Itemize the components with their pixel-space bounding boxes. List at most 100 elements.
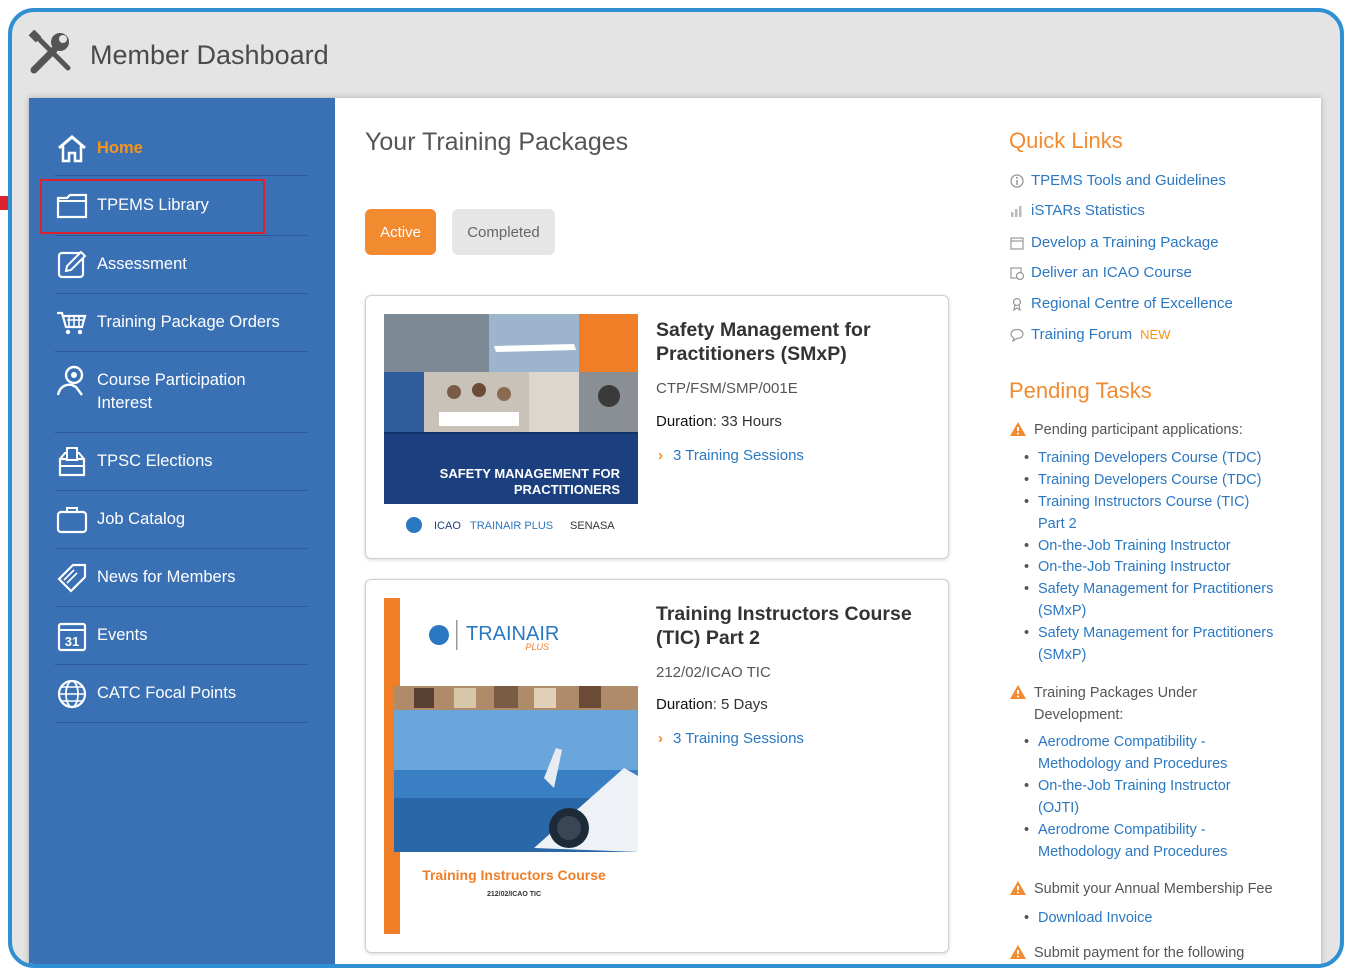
sidebar-item-label: Home [97,139,143,157]
task-label: On-the-Job Training Instructor [1038,538,1231,554]
package-duration: Duration: 33 Hours [656,413,782,430]
task-label: Aerodrome Compatibility - Methodology an… [1038,822,1228,860]
duration-value: : 33 Hours [712,413,782,430]
sidebar-item-label: TPSC Elections [97,452,213,470]
pending-task-link[interactable]: • On-the-Job Training Instructor [1024,536,1308,558]
tag-icon [55,561,89,595]
calendar-icon: 31 [55,619,89,653]
sidebar-item-job-catalog[interactable]: Job Catalog [55,491,307,549]
pending-task-link[interactable]: • Aerodrome Compatibility - Methodology a… [1024,820,1248,863]
ballot-icon [55,445,89,479]
main-content: Your Training Packages Active Completed [335,98,975,964]
sidebar-item-assessment[interactable]: Assessment [55,236,307,294]
chevron-right-icon: › [658,730,663,747]
sessions-label: 3 Training Sessions [673,447,804,464]
sidebar-item-tpsc-elections[interactable]: TPSC Elections [55,433,307,491]
quick-link-label: iSTARs Statistics [1031,202,1145,219]
tab-active[interactable]: Active [365,209,436,255]
tab-completed[interactable]: Completed [452,209,555,255]
pending-group-label: Submit payment for the following [1034,945,1245,961]
quick-links-heading: Quick Links [1009,128,1123,153]
task-label: Training Developers Course (TDC) [1038,450,1262,466]
training-sessions-link[interactable]: › 3 Training Sessions [658,447,804,464]
chat-icon [1009,327,1025,343]
quick-link-label: TPEMS Tools and Guidelines [1031,172,1226,189]
globe-icon [55,677,89,711]
sidebar-item-label: News for Members [97,568,236,586]
package-code: 212/02/ICAO TIC [656,664,771,681]
task-label: Aerodrome Compatibility - Methodology an… [1038,734,1228,772]
pending-group-label: Training Packages Under Development: [1034,685,1198,723]
pending-task-link[interactable]: • Training Developers Course (TDC) [1024,448,1308,470]
highlight-box [40,179,265,234]
section-heading: Your Training Packages [365,128,629,156]
home-icon [55,132,89,166]
right-column: Quick Links TPEMS Tools and Guidelines i… [975,98,1321,964]
dashboard-window: Member Dashboard Home TPEMS Library Asse… [8,8,1344,968]
sidebar-item-label: Course Participation Interest [97,371,246,412]
quick-link-tpems-tools[interactable]: TPEMS Tools and Guidelines [1009,172,1226,189]
sidebar-item-course-participation-interest[interactable]: Course Participation Interest [55,352,307,433]
sidebar-item-news-for-members[interactable]: News for Members [55,549,307,607]
pending-task-link[interactable]: • Training Developers Course (TDC) [1024,470,1308,492]
cover-subcaption: 212/02/ICAO TIC [487,891,541,898]
info-icon [1009,173,1025,189]
pending-task-link[interactable]: • On-the-Job Training Instructor (OJTI) [1024,776,1248,819]
sidebar-item-training-package-orders[interactable]: Training Package Orders [55,294,307,352]
sidebar-item-catc-focal-points[interactable]: CATC Focal Points [55,665,307,723]
download-invoice-link[interactable]: • Download Invoice [1024,908,1308,930]
package-code: CTP/FSM/SMP/001E [656,380,798,397]
warning-icon [1010,881,1026,895]
training-package-card[interactable]: TRAINAIR PLUS Training Instructors Cours… [365,579,949,953]
sidebar: Home TPEMS Library Assessment Training P… [29,98,335,964]
pending-task-link[interactable]: • Safety Management for Practitioners (SM… [1024,579,1288,622]
package-cover-image: TRAINAIR PLUS Training Instructors Cours… [384,598,638,934]
bar-chart-icon [1009,203,1025,219]
pending-task-link[interactable]: • On-the-Job Training Instructor [1024,557,1308,579]
cover-caption-line1: SAFETY MANAGEMENT FOR [440,466,621,481]
quick-link-label: Regional Centre of Excellence [1031,295,1233,312]
sidebar-item-home[interactable]: Home [55,122,307,176]
duration-value: : 5 Days [712,696,768,713]
package-title[interactable]: Training Instructors Course (TIC) Part 2 [656,602,936,650]
cover-logo-senasa: SENASA [570,520,615,532]
page-title: Member Dashboard [90,40,329,70]
sidebar-item-label: Assessment [97,255,187,273]
title-bar: Member Dashboard [12,12,1340,100]
cover-logo-trainair: TRAINAIR PLUS [470,520,553,532]
pending-group-label: Pending participant applications: [1034,422,1243,438]
sidebar-item-label: Events [97,626,148,644]
task-label: Download Invoice [1038,910,1153,926]
quick-link-deliver-course[interactable]: Deliver an ICAO Course [1009,264,1192,281]
award-icon [1009,296,1025,312]
pending-task-link[interactable]: • Training Instructors Course (TIC) Part … [1024,492,1278,535]
quick-link-label: Training Forum [1031,326,1133,343]
cover-caption: Training Instructors Course [422,867,606,883]
cover-brand-sub: PLUS [525,642,549,652]
calendar-day: 31 [65,634,79,649]
pending-group-label: Submit your Annual Membership Fee [1034,881,1273,897]
training-package-card[interactable]: SAFETY MANAGEMENT FOR PRACTITIONERS ICAO… [365,295,949,559]
task-label: On-the-Job Training Instructor (OJTI) [1038,778,1231,816]
calendar-clock-icon [1009,265,1025,281]
calendar-icon [1009,235,1025,251]
quick-link-develop-package[interactable]: Develop a Training Package [1009,234,1219,251]
sidebar-item-events[interactable]: 31 Events [55,607,307,665]
pending-tasks-heading: Pending Tasks [1009,378,1152,403]
pending-task-link[interactable]: • Aerodrome Compatibility - Methodology a… [1024,732,1248,775]
package-duration: Duration: 5 Days [656,696,768,713]
quick-link-regional-centre[interactable]: Regional Centre of Excellence [1009,295,1233,312]
duration-label: Duration [656,413,713,430]
warning-icon [1010,945,1026,959]
briefcase-icon [55,503,89,537]
quick-link-training-forum[interactable]: Training Forum NEW [1009,326,1170,343]
pending-task-link[interactable]: • Safety Management for Practitioners (SM… [1024,623,1288,666]
quick-link-label: Deliver an ICAO Course [1031,264,1192,281]
package-title[interactable]: Safety Management for Practitioners (SMx… [656,318,936,366]
cover-caption-line2: PRACTITIONERS [514,482,621,497]
cover-logo-icao: ICAO [434,520,461,532]
package-cover-image: SAFETY MANAGEMENT FOR PRACTITIONERS ICAO… [384,314,638,546]
training-sessions-link[interactable]: › 3 Training Sessions [658,730,804,747]
duration-label: Duration [656,696,713,713]
quick-link-istars[interactable]: iSTARs Statistics [1009,202,1145,219]
